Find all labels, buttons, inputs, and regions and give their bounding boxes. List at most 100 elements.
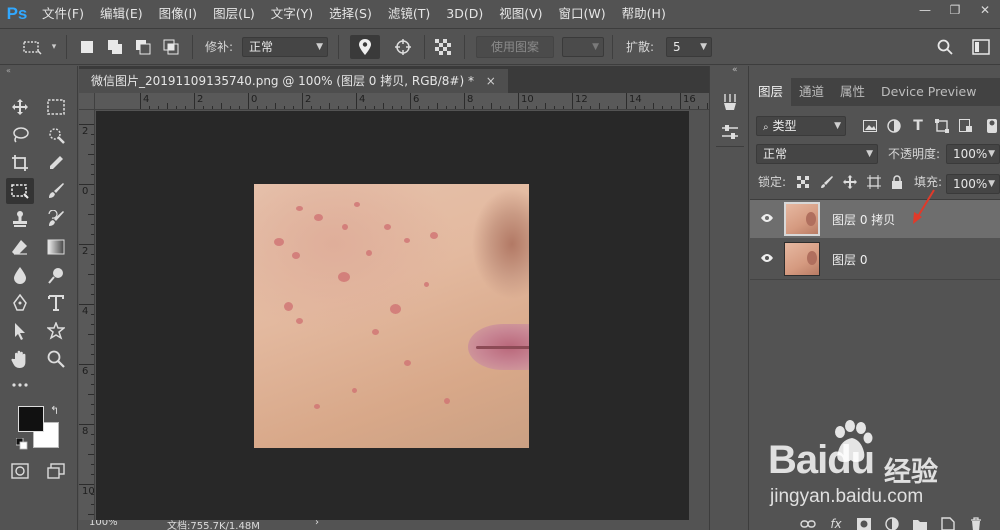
gradient-tool-icon[interactable] [42,234,70,260]
document-tab[interactable]: 微信图片_20191109135740.png @ 100% (图层 0 拷贝,… [79,69,508,93]
intersect-selection-icon[interactable] [160,35,182,59]
menu-type[interactable]: 文字(Y) [263,0,321,28]
eraser-tool-icon[interactable] [6,234,34,260]
add-selection-icon[interactable] [104,35,126,59]
dodge-tool-icon[interactable] [42,262,70,288]
path-selection-tool-icon[interactable] [6,318,34,344]
patch-source-button[interactable] [350,35,380,59]
menu-3d[interactable]: 3D(D) [438,0,491,28]
new-layer-icon[interactable] [938,514,958,530]
search-icon[interactable] [932,35,958,59]
tab-device-preview[interactable]: Device Preview [873,78,984,106]
fill-input[interactable]: 100% ▼ [946,174,1000,194]
menu-image[interactable]: 图像(I) [151,0,205,28]
new-selection-icon[interactable] [76,35,98,59]
quick-selection-tool-icon[interactable] [42,122,70,148]
clone-stamp-tool-icon[interactable] [6,206,34,232]
link-layers-icon[interactable] [798,514,818,530]
ruler-horizontal[interactable]: 4 2 0 2 4 6 8 10 12 14 16 [95,93,709,110]
layer-row[interactable]: 图层 0 [750,240,1000,278]
patch-tool-preset-icon[interactable] [16,35,48,59]
transparent-checker-icon[interactable] [432,35,454,59]
new-group-icon[interactable] [910,514,930,530]
zoom-level[interactable]: 100% [89,520,118,528]
layer-filter-dropdown[interactable]: ⌕ 类型 ▼ [756,116,846,136]
more-tools-icon[interactable] [6,372,34,398]
menu-layer[interactable]: 图层(L) [205,0,263,28]
filter-shape-icon[interactable] [932,116,952,136]
minimize-button[interactable]: — [910,0,940,20]
history-brush-tool-icon[interactable] [42,206,70,232]
lock-image-icon[interactable] [817,172,837,192]
restore-button[interactable]: ❐ [940,0,970,20]
menu-file[interactable]: 文件(F) [34,0,92,28]
swap-colors-icon[interactable]: ↰ [50,404,59,417]
brush-settings-icon[interactable] [720,92,740,112]
workspace-icon[interactable] [968,35,994,59]
preset-chevron-icon[interactable]: ▾ [48,35,60,59]
pen-tool-icon[interactable] [6,290,34,316]
dock-collapse-icon[interactable]: « [732,65,738,75]
lock-all-icon[interactable] [887,172,907,192]
fx-icon[interactable]: fx [826,514,846,530]
tab-layers[interactable]: 图层 [750,78,792,106]
toolbox-collapse[interactable]: « [0,66,77,78]
opacity-input[interactable]: 100% ▼ [946,144,1000,164]
new-adjustment-icon[interactable] [882,514,902,530]
close-button[interactable]: ✕ [970,0,1000,20]
ruler-origin[interactable] [79,93,95,110]
lock-artboard-icon[interactable] [864,172,884,192]
layer-name[interactable]: 图层 0 [832,251,867,268]
adjustments-icon[interactable] [720,122,740,142]
lock-position-icon[interactable] [840,172,860,192]
filter-toggle-icon[interactable] [982,116,1000,136]
delete-layer-icon[interactable] [966,514,986,530]
tab-channels[interactable]: 通道 [791,78,832,106]
blur-tool-icon[interactable] [6,262,34,288]
type-tool-icon[interactable] [42,290,70,316]
brush-tool-icon[interactable] [42,178,70,204]
ruler-vertical[interactable]: 2 0 2 4 6 8 10 [79,110,95,520]
document-scroll-area[interactable] [689,111,709,520]
crop-tool-icon[interactable] [6,150,34,176]
marquee-tool-icon[interactable] [42,94,70,120]
layer-row[interactable]: 图层 0 拷贝 [750,200,1000,238]
visibility-eye-icon[interactable] [750,252,784,267]
menu-help[interactable]: 帮助(H) [614,0,674,28]
subtract-selection-icon[interactable] [132,35,154,59]
layer-thumbnail[interactable] [784,242,820,276]
hand-tool-icon[interactable] [6,346,34,372]
default-colors-icon[interactable] [15,437,28,450]
blend-mode-dropdown[interactable]: 正常 ▼ [756,144,878,164]
eyedropper-tool-icon[interactable] [42,150,70,176]
filter-adjustment-icon[interactable] [884,116,904,136]
patch-tool-icon[interactable] [6,178,34,204]
filter-type-icon[interactable]: T [908,116,928,136]
document-image[interactable] [254,184,529,448]
foreground-color-swatch-top[interactable] [18,406,44,432]
layer-name[interactable]: 图层 0 拷贝 [832,211,895,228]
move-tool-icon[interactable] [6,94,34,120]
layer-thumbnail[interactable] [784,202,820,236]
menu-select[interactable]: 选择(S) [321,0,380,28]
patch-destination-button[interactable] [388,35,418,59]
lasso-tool-icon[interactable] [6,122,34,148]
pattern-picker-dropdown[interactable]: ▼ [562,37,604,57]
quick-mask-icon[interactable] [6,458,34,484]
patch-mode-dropdown[interactable]: 正常 ▼ [242,37,328,57]
menu-edit[interactable]: 编辑(E) [92,0,151,28]
menu-filter[interactable]: 滤镜(T) [380,0,438,28]
status-menu-arrow-icon[interactable]: › [315,520,319,528]
filter-smart-object-icon[interactable] [956,116,976,136]
close-icon[interactable]: × [486,74,496,88]
menu-window[interactable]: 窗口(W) [551,0,614,28]
tab-properties[interactable]: 属性 [832,78,873,106]
spread-dropdown[interactable]: 5 ▼ [666,37,712,57]
add-mask-icon[interactable] [854,514,874,530]
screen-mode-icon[interactable] [42,458,70,484]
filter-pixel-icon[interactable] [860,116,880,136]
use-pattern-button[interactable]: 使用图案 [476,36,554,58]
custom-shape-tool-icon[interactable] [42,318,70,344]
visibility-eye-icon[interactable] [750,212,784,227]
zoom-tool-icon[interactable] [42,346,70,372]
